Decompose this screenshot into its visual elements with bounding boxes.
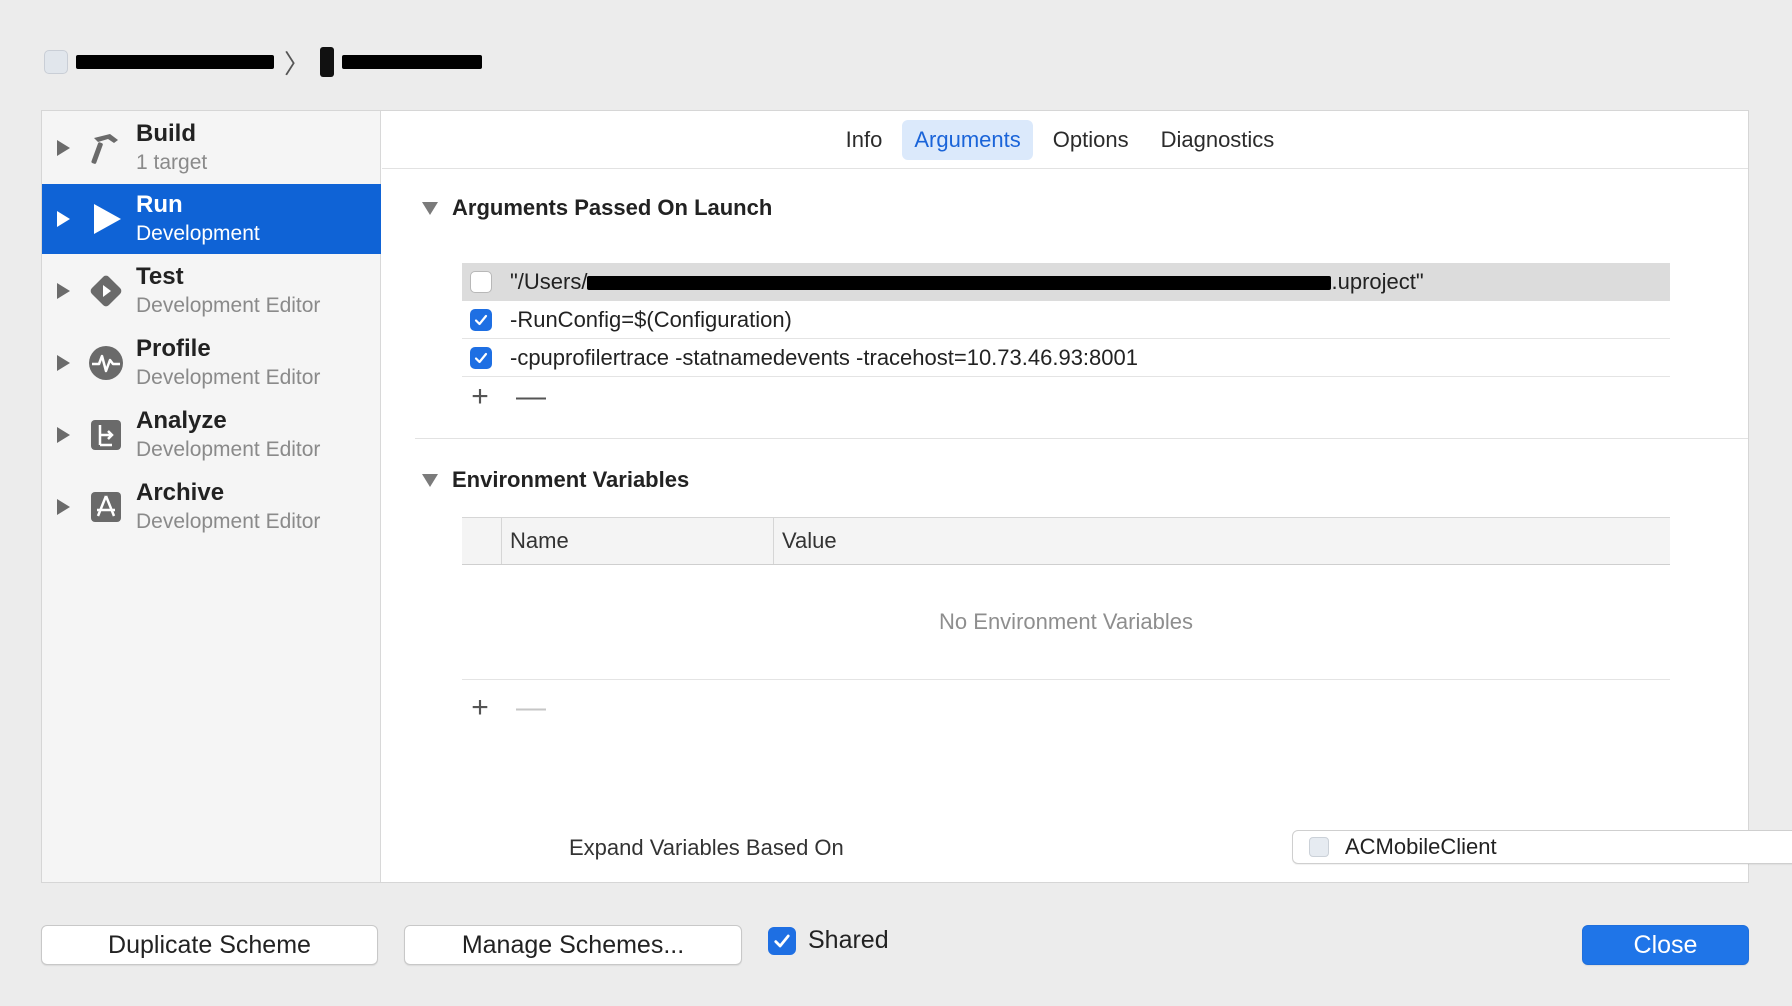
disclosure-triangle-icon[interactable]	[57, 427, 70, 443]
sidebar-item-title: Test	[136, 263, 184, 290]
section-title: Arguments Passed On Launch	[452, 195, 773, 220]
arguments-section-header[interactable]: Arguments Passed On Launch	[422, 195, 772, 221]
play-icon	[86, 199, 126, 239]
app-icon	[1309, 837, 1329, 857]
table-gutter	[462, 518, 502, 564]
expand-variables-popup[interactable]: ACMobileClient	[1292, 830, 1792, 864]
add-variable-button[interactable]: +	[466, 693, 494, 723]
section-title: Environment Variables	[452, 467, 690, 492]
phone-icon	[320, 47, 335, 77]
sidebar-item-title: Profile	[136, 335, 211, 362]
archive-icon	[86, 487, 126, 527]
list-item[interactable]: "/Users/ .uproject"	[462, 263, 1670, 301]
tab-bar: Info Arguments Options Diagnostics	[382, 111, 1748, 169]
sidebar-item-build[interactable]: Build 1 target	[42, 113, 381, 183]
add-argument-button[interactable]: +	[466, 382, 494, 412]
action-content: Info Arguments Options Diagnostics Argum…	[382, 111, 1792, 882]
hammer-icon	[86, 128, 126, 168]
sidebar-item-subtitle: Development	[136, 222, 260, 245]
shared-checkbox-group[interactable]: Shared	[768, 926, 889, 955]
sidebar-item-subtitle: 1 target	[136, 151, 208, 174]
sidebar-item-analyze[interactable]: Analyze Development Editor	[42, 400, 381, 470]
tab-options[interactable]: Options	[1041, 120, 1141, 160]
disclosure-triangle-icon[interactable]	[57, 283, 70, 299]
scheme-name[interactable]	[76, 55, 274, 69]
sidebar-item-subtitle: Development Editor	[136, 294, 321, 317]
shared-checkbox[interactable]	[768, 926, 796, 955]
expand-variables-label: Expand Variables Based On	[569, 835, 844, 860]
sidebar-item-subtitle: Development Editor	[136, 510, 321, 533]
sidebar-item-title: Archive	[136, 479, 225, 506]
argument-prefix: "/Users/	[510, 269, 588, 294]
scheme-editor-panel: Build 1 target Run Development Test Deve…	[41, 110, 1792, 883]
checkmark-icon	[474, 352, 488, 363]
breadcrumb: 〉	[44, 44, 483, 80]
list-item[interactable]: -cpuprofilertrace -statnamedevents -trac…	[462, 339, 1670, 377]
disclosure-triangle-icon[interactable]	[422, 473, 438, 487]
section-divider	[415, 438, 1748, 439]
column-header-name[interactable]: Name	[502, 518, 774, 564]
chevron-right-icon: 〉	[284, 48, 311, 79]
remove-argument-button[interactable]: —	[516, 382, 546, 412]
disclosure-triangle-icon[interactable]	[57, 140, 70, 156]
duplicate-scheme-button[interactable]: Duplicate Scheme	[41, 925, 378, 965]
tab-diagnostics[interactable]: Diagnostics	[1149, 120, 1287, 160]
tab-arguments[interactable]: Arguments	[902, 119, 1033, 160]
disclosure-triangle-icon[interactable]	[422, 201, 438, 215]
sidebar-item-subtitle: Development Editor	[136, 438, 321, 461]
table-header: Name Value	[462, 517, 1670, 565]
argument-checkbox[interactable]	[470, 308, 492, 331]
disclosure-triangle-icon[interactable]	[57, 355, 70, 371]
checkmark-icon	[474, 314, 488, 325]
argument-checkbox[interactable]	[470, 271, 492, 293]
environment-section-header[interactable]: Environment Variables	[422, 467, 689, 493]
manage-schemes-button[interactable]: Manage Schemes...	[404, 925, 742, 965]
popup-value: ACMobileClient	[1345, 834, 1497, 859]
environment-table: Name Value No Environment Variables	[462, 517, 1670, 680]
column-header-value[interactable]: Value	[774, 528, 837, 554]
device-name[interactable]	[342, 55, 483, 69]
tab-info[interactable]: Info	[834, 120, 895, 160]
argument-text[interactable]: "/Users/ .uproject"	[510, 269, 1424, 295]
sidebar-item-subtitle: Development Editor	[136, 366, 321, 389]
waveform-icon	[86, 343, 126, 383]
argument-suffix: .uproject"	[1331, 269, 1424, 294]
analyze-icon	[86, 415, 126, 455]
arguments-plus-minus: + —	[466, 382, 546, 412]
disclosure-triangle-icon[interactable]	[57, 211, 70, 227]
empty-state-text: No Environment Variables	[462, 565, 1670, 680]
argument-text[interactable]: -cpuprofilertrace -statnamedevents -trac…	[510, 345, 1138, 371]
sidebar-item-test[interactable]: Test Development Editor	[42, 256, 381, 326]
close-button[interactable]: Close	[1582, 925, 1749, 965]
argument-text[interactable]: -RunConfig=$(Configuration)	[510, 307, 792, 333]
sidebar-item-archive[interactable]: Archive Development Editor	[42, 472, 381, 542]
shared-label: Shared	[808, 926, 889, 954]
argument-checkbox[interactable]	[470, 346, 492, 369]
checkmark-icon	[774, 934, 790, 947]
action-sidebar: Build 1 target Run Development Test Deve…	[42, 111, 381, 882]
sidebar-item-profile[interactable]: Profile Development Editor	[42, 328, 381, 398]
test-diamond-icon	[86, 271, 126, 311]
sidebar-item-title: Analyze	[136, 407, 227, 434]
disclosure-triangle-icon[interactable]	[57, 499, 70, 515]
arguments-list: "/Users/ .uproject" -RunConfig=$(Configur…	[462, 263, 1670, 377]
sidebar-item-run[interactable]: Run Development	[42, 184, 381, 254]
app-icon	[44, 50, 68, 74]
redacted-path	[587, 276, 1332, 291]
list-item[interactable]: -RunConfig=$(Configuration)	[462, 301, 1670, 339]
remove-variable-button[interactable]: —	[516, 693, 546, 723]
sidebar-item-title: Run	[136, 191, 183, 218]
environment-plus-minus: + —	[466, 693, 546, 723]
sidebar-item-title: Build	[136, 120, 196, 147]
